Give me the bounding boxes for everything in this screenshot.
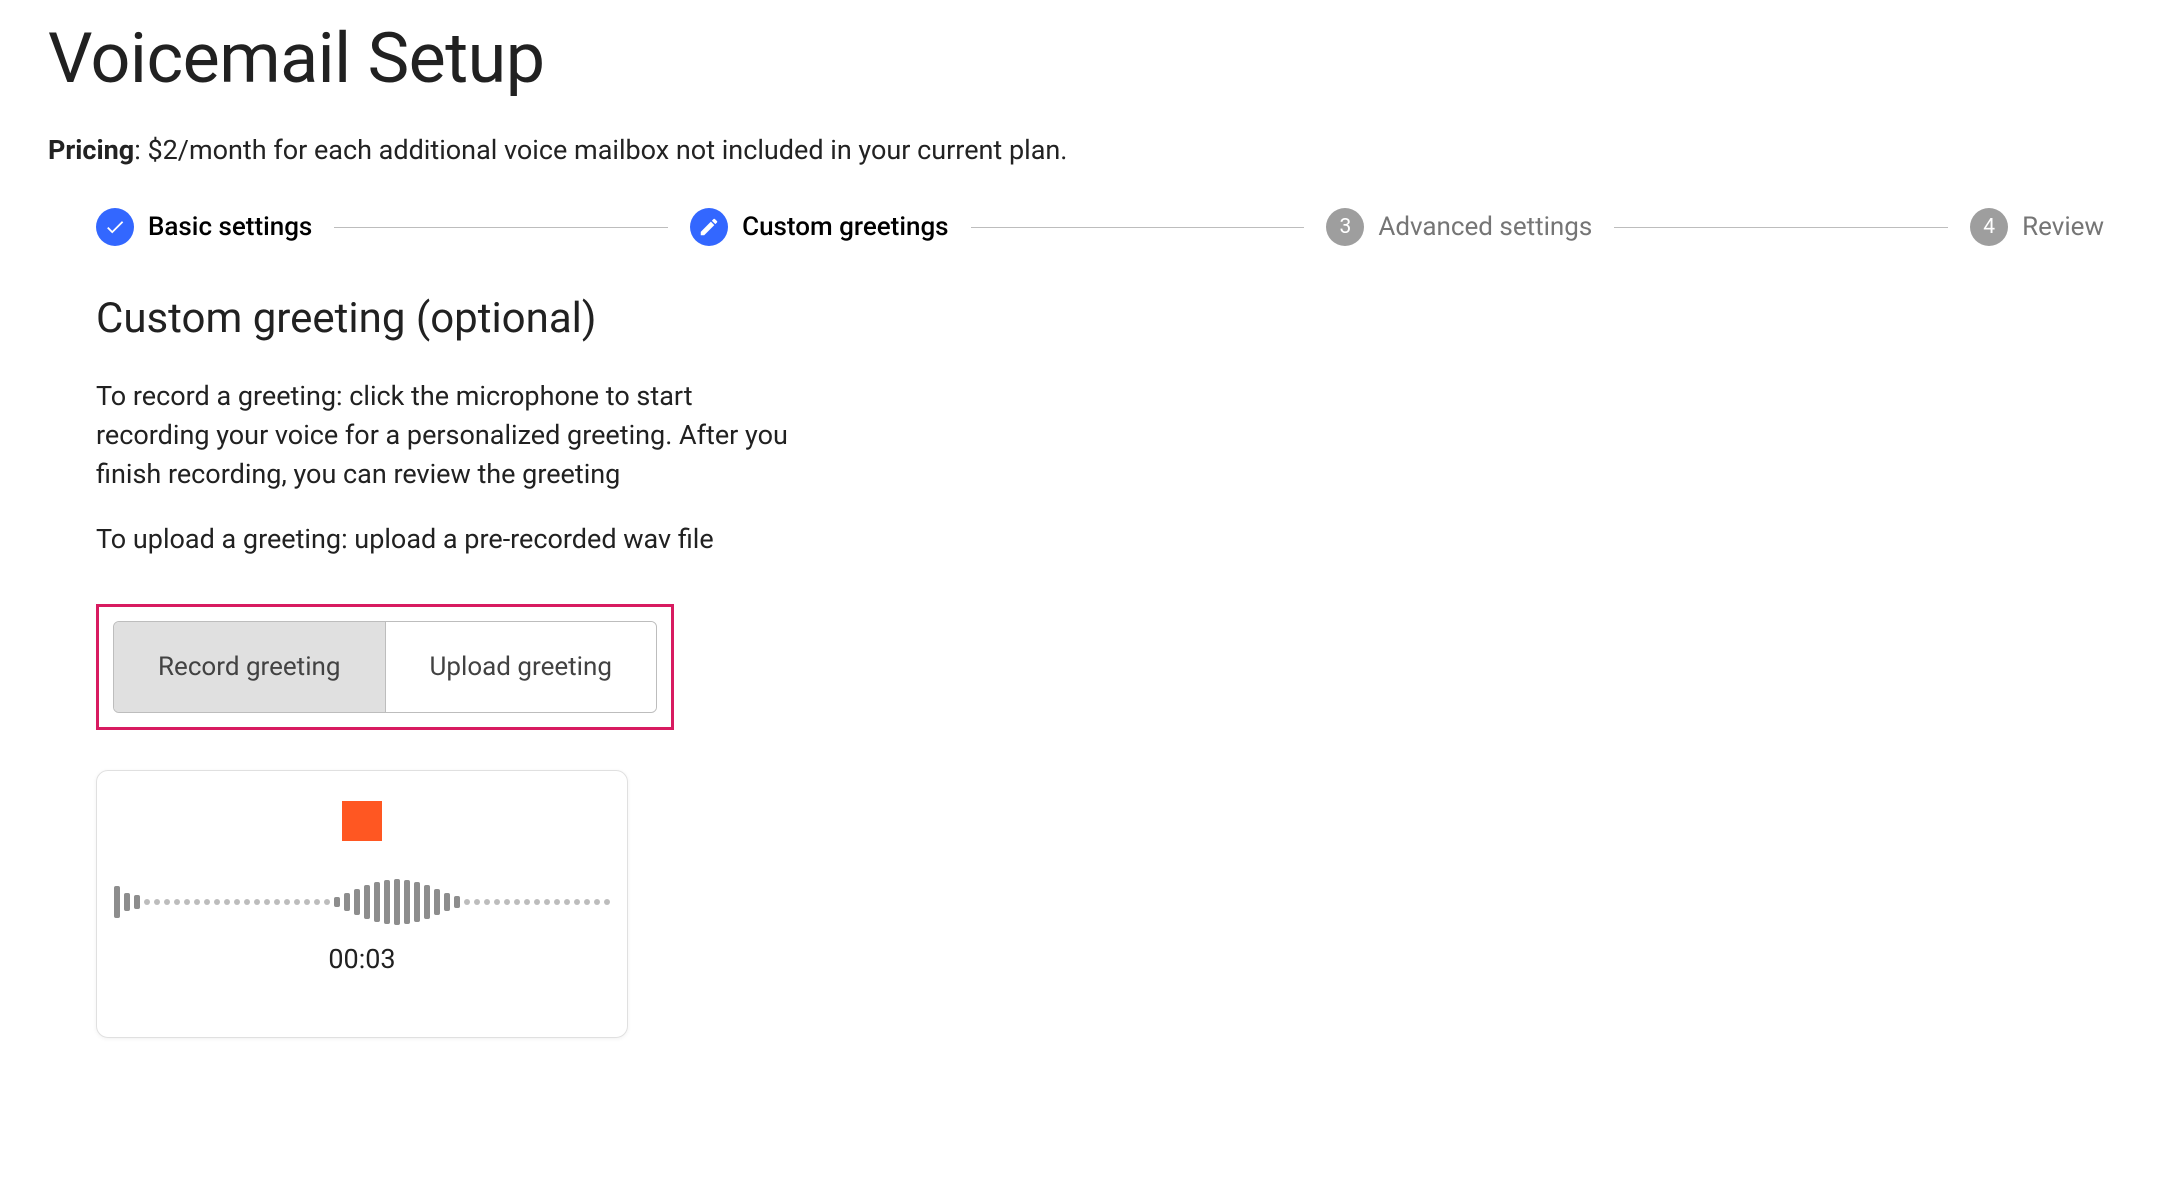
stepper: Basic settings Custom greetings 3 Advanc… [48,208,2114,246]
step-review[interactable]: 4 Review [1970,208,2104,246]
page-title: Voicemail Setup [48,18,2114,100]
waveform-dot [544,899,550,905]
waveform-dot [494,899,500,905]
waveform-dot [184,899,190,905]
instructions-record: To record a greeting: click the micropho… [96,377,796,494]
pricing-text: : $2/month for each additional voice mai… [134,134,1067,166]
edit-icon [690,208,728,246]
waveform-dot [234,899,240,905]
waveform-bar [354,889,360,915]
waveform-bar [374,882,380,922]
waveform-bar [424,885,430,919]
waveform-dot [484,899,490,905]
waveform-dot [524,899,530,905]
waveform-dot [224,899,230,905]
check-icon [96,208,134,246]
waveform-dot [554,899,560,905]
waveform-bar [414,882,420,922]
waveform-bar [454,896,460,908]
waveform-dot [194,899,200,905]
waveform-dot [324,899,330,905]
waveform-dot [214,899,220,905]
step-connector [971,227,1305,228]
waveform-dot [504,899,510,905]
waveform-bar [114,886,120,918]
section-body: To record a greeting: click the micropho… [96,377,2114,560]
waveform-bar [334,897,340,907]
waveform-dot [594,899,600,905]
step-connector [1614,227,1948,228]
waveform-dot [464,899,470,905]
waveform-dot [604,899,610,905]
waveform-dot [294,899,300,905]
waveform-bar [134,895,140,909]
step-advanced-settings[interactable]: 3 Advanced settings [1326,208,1592,246]
waveform-dot [304,899,310,905]
record-greeting-button[interactable]: Record greeting [114,622,385,712]
waveform-dot [154,899,160,905]
waveform-dot [514,899,520,905]
step-label: Advanced settings [1378,212,1592,242]
waveform-dot [164,899,170,905]
recorder-card: 00:03 [96,770,628,1038]
step-custom-greetings[interactable]: Custom greetings [690,208,948,246]
waveform-dot [254,899,260,905]
toggle-highlight-box: Record greeting Upload greeting [96,604,674,730]
stop-recording-button[interactable] [342,801,382,841]
greeting-mode-toggle: Record greeting Upload greeting [113,621,657,713]
section-custom-greeting: Custom greeting (optional) To record a g… [48,294,2114,1038]
waveform-bar [394,879,400,925]
waveform-dot [244,899,250,905]
recording-timer: 00:03 [328,943,395,975]
step-label: Review [2022,212,2104,242]
waveform [114,875,610,929]
step-number-icon: 4 [1970,208,2008,246]
waveform-bar [434,889,440,915]
waveform-dot [584,899,590,905]
waveform-dot [174,899,180,905]
waveform-dot [314,899,320,905]
waveform-bar [404,880,410,924]
pricing-label: Pricing [48,134,134,166]
waveform-dot [564,899,570,905]
upload-greeting-button[interactable]: Upload greeting [385,622,657,712]
waveform-bar [124,893,130,911]
waveform-bar [444,893,450,911]
waveform-dot [204,899,210,905]
waveform-dot [284,899,290,905]
step-connector [334,227,668,228]
step-label: Basic settings [148,212,312,242]
instructions-upload: To upload a greeting: upload a pre-recor… [96,520,796,559]
pricing-line: Pricing: $2/month for each additional vo… [48,134,2114,166]
waveform-bar [344,893,350,911]
waveform-dot [274,899,280,905]
step-label: Custom greetings [742,212,948,242]
waveform-dot [474,899,480,905]
waveform-dot [264,899,270,905]
waveform-dot [144,899,150,905]
waveform-dot [534,899,540,905]
waveform-bar [384,880,390,924]
waveform-dot [574,899,580,905]
section-title: Custom greeting (optional) [96,294,2114,343]
page-root: Voicemail Setup Pricing: $2/month for ea… [0,0,2162,1086]
step-number-icon: 3 [1326,208,1364,246]
step-basic-settings[interactable]: Basic settings [96,208,312,246]
waveform-bar [364,885,370,919]
